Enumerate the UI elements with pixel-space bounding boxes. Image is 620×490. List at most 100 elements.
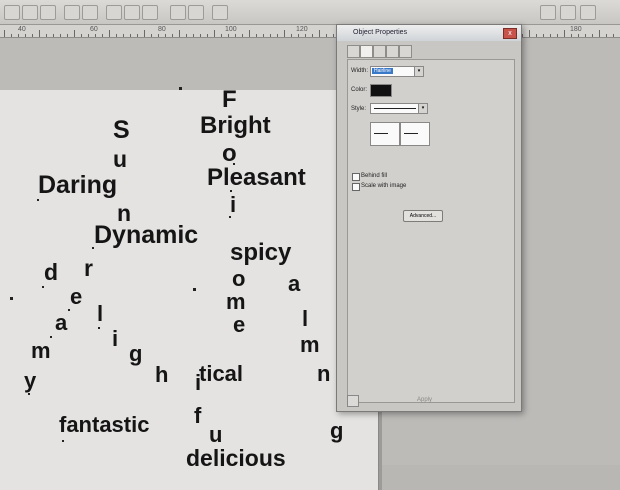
node-marker bbox=[98, 327, 100, 329]
dialog-title-bar[interactable]: Object Properties x bbox=[337, 25, 521, 41]
word-art-text[interactable]: m bbox=[300, 334, 320, 356]
color-picker[interactable] bbox=[370, 84, 392, 97]
close-button[interactable]: x bbox=[503, 28, 517, 39]
horizontal-ruler: 40 60 80 100 120 140 160 180 bbox=[0, 25, 620, 38]
chevron-down-icon[interactable]: ▾ bbox=[418, 104, 427, 113]
node-marker bbox=[233, 163, 235, 165]
tab-outline-icon[interactable] bbox=[360, 45, 373, 58]
word-art-text[interactable]: m bbox=[226, 291, 246, 313]
word-art-text[interactable]: i bbox=[195, 372, 201, 394]
word-art-text[interactable]: u bbox=[209, 424, 222, 446]
word-art-text[interactable]: f bbox=[194, 405, 201, 427]
ruler-tick bbox=[144, 30, 145, 37]
word-art-text[interactable]: l bbox=[97, 303, 103, 325]
selection-handle[interactable] bbox=[10, 297, 13, 300]
tool-button-13[interactable] bbox=[560, 5, 576, 20]
tool-button-10[interactable] bbox=[188, 5, 204, 20]
word-art-text[interactable]: spicy bbox=[230, 241, 291, 265]
word-art-text[interactable]: i bbox=[112, 328, 118, 350]
ruler-tick bbox=[130, 34, 131, 37]
word-art-text[interactable]: delicious bbox=[186, 447, 286, 470]
word-art-text[interactable]: a bbox=[55, 312, 67, 334]
ruler-tick bbox=[95, 34, 96, 37]
tool-button-14[interactable] bbox=[580, 5, 596, 20]
apply-button[interactable]: Apply bbox=[417, 397, 432, 403]
tab-general-icon[interactable] bbox=[373, 45, 386, 58]
ruler-label: 100 bbox=[225, 26, 237, 33]
ruler-tick bbox=[193, 34, 194, 37]
tool-button-1[interactable] bbox=[4, 5, 20, 20]
ruler-tick bbox=[172, 34, 173, 37]
word-art-text[interactable]: i bbox=[230, 194, 236, 216]
advanced-button[interactable]: Advanced... bbox=[403, 210, 443, 222]
word-art-text[interactable]: F bbox=[222, 88, 237, 112]
chevron-down-icon[interactable]: ▾ bbox=[414, 67, 423, 76]
width-select[interactable]: Hairline ▾ bbox=[370, 66, 424, 77]
word-art-text[interactable]: S bbox=[113, 118, 130, 143]
ruler-tick bbox=[571, 34, 572, 37]
ruler-label: 80 bbox=[158, 26, 166, 33]
ruler-tick bbox=[606, 34, 607, 37]
word-art-text[interactable]: o bbox=[232, 268, 245, 290]
word-art-text[interactable]: r bbox=[84, 257, 93, 280]
ruler-tick bbox=[53, 34, 54, 37]
drawing-canvas[interactable] bbox=[0, 38, 620, 490]
tab-summary-icon[interactable] bbox=[386, 45, 399, 58]
ruler-tick bbox=[67, 34, 68, 37]
scale-with-image-checkbox[interactable] bbox=[352, 183, 360, 191]
object-properties-dialog[interactable]: Object Properties x Width: Hairline ▾ Co… bbox=[336, 24, 522, 412]
word-art-text[interactable]: l bbox=[302, 308, 308, 330]
word-art-text[interactable]: Dynamic bbox=[94, 223, 198, 248]
word-art-text[interactable]: u bbox=[113, 148, 127, 171]
ruler-tick bbox=[599, 30, 600, 37]
word-art-text[interactable]: g bbox=[129, 343, 142, 365]
tool-button-7[interactable] bbox=[124, 5, 140, 20]
ruler-tick bbox=[578, 34, 579, 37]
word-art-text[interactable]: Bright bbox=[200, 114, 271, 138]
ruler-tick bbox=[543, 34, 544, 37]
style-select[interactable]: ▾ bbox=[370, 103, 428, 114]
word-art-text[interactable]: h bbox=[155, 364, 168, 386]
tool-button-8[interactable] bbox=[142, 5, 158, 20]
word-art-text[interactable]: n bbox=[317, 363, 330, 385]
tool-button-11[interactable] bbox=[212, 5, 228, 20]
tool-button-12[interactable] bbox=[540, 5, 556, 20]
word-art-text[interactable]: tical bbox=[199, 363, 243, 385]
tool-button-9[interactable] bbox=[170, 5, 186, 20]
word-art-text[interactable]: g bbox=[330, 420, 343, 442]
dialog-footer: Apply bbox=[347, 393, 513, 407]
tab-internet-icon[interactable] bbox=[399, 45, 412, 58]
tab-fill-icon[interactable] bbox=[347, 45, 360, 58]
node-marker bbox=[68, 309, 70, 311]
word-art-text[interactable]: d bbox=[44, 261, 58, 284]
ruler-tick bbox=[263, 34, 264, 37]
ruler-tick bbox=[200, 34, 201, 37]
node-marker bbox=[42, 286, 44, 288]
ruler-tick bbox=[613, 34, 614, 37]
tool-button-4[interactable] bbox=[64, 5, 80, 20]
word-art-text[interactable]: y bbox=[24, 370, 36, 392]
word-art-text[interactable]: m bbox=[31, 340, 51, 362]
ruler-label: 40 bbox=[18, 26, 26, 33]
ruler-tick bbox=[221, 34, 222, 37]
ruler-tick bbox=[32, 34, 33, 37]
selection-handle[interactable] bbox=[179, 87, 182, 90]
ruler-tick bbox=[4, 30, 5, 37]
end-arrow-select[interactable] bbox=[400, 122, 430, 146]
dialog-title: Object Properties bbox=[353, 29, 408, 36]
lock-icon[interactable] bbox=[347, 395, 359, 407]
word-art-text[interactable]: Daring bbox=[38, 173, 117, 198]
tool-button-6[interactable] bbox=[106, 5, 122, 20]
behind-fill-checkbox[interactable] bbox=[352, 173, 360, 181]
word-art-text[interactable]: Pleasant bbox=[207, 166, 306, 190]
word-art-text[interactable]: a bbox=[288, 273, 300, 295]
start-arrow-select[interactable] bbox=[370, 122, 400, 146]
page[interactable] bbox=[0, 87, 379, 490]
tool-button-5[interactable] bbox=[82, 5, 98, 20]
word-art-text[interactable]: e bbox=[70, 286, 82, 308]
word-art-text[interactable]: e bbox=[233, 314, 245, 336]
tool-button-3[interactable] bbox=[40, 5, 56, 20]
ruler-tick bbox=[74, 30, 75, 37]
tool-button-2[interactable] bbox=[22, 5, 38, 20]
word-art-text[interactable]: fantastic bbox=[59, 414, 149, 436]
